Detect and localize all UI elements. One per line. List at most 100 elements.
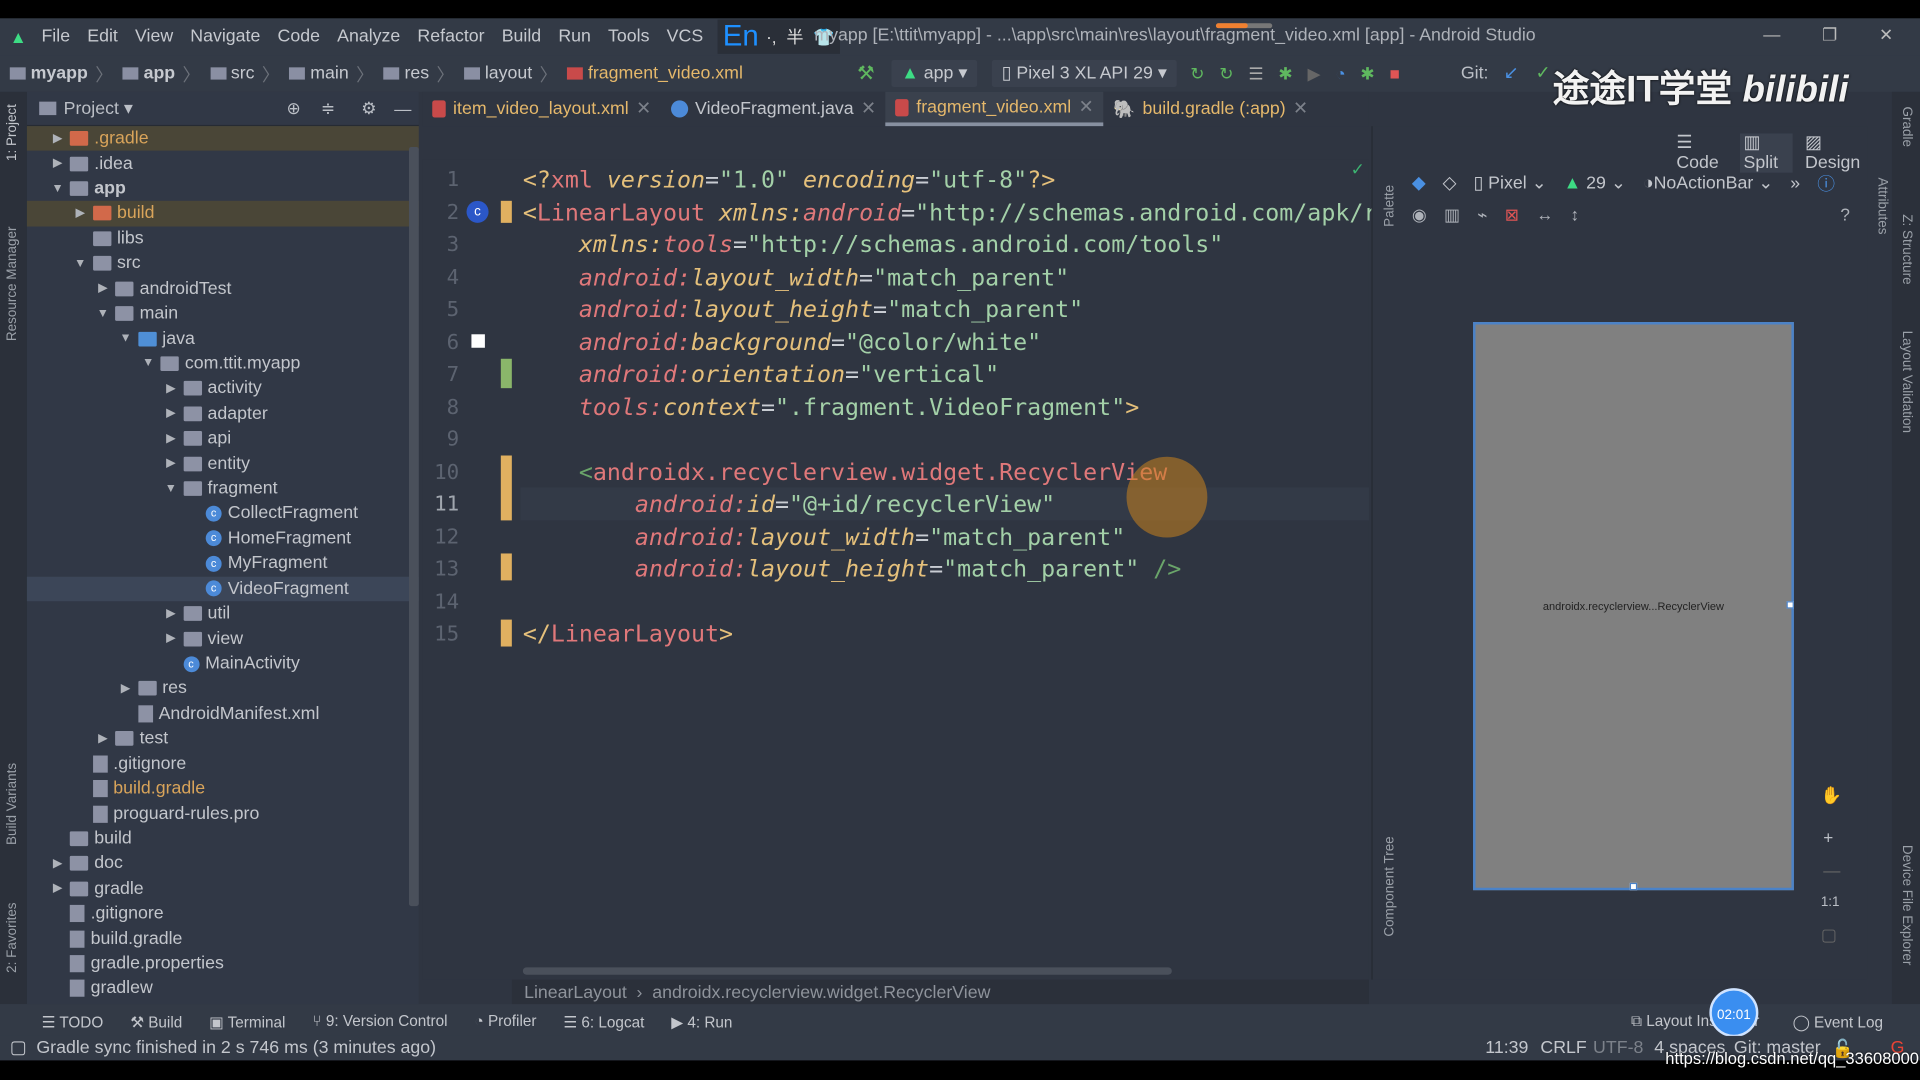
pan-icon[interactable]: ✋ bbox=[1821, 785, 1842, 806]
collapsed-arrow-icon[interactable]: ▶ bbox=[50, 857, 65, 870]
todo-tool-button[interactable]: ☰ TODO bbox=[42, 1012, 104, 1030]
profiler-tool-button[interactable]: ◔ Profiler bbox=[474, 1013, 536, 1030]
tree-item[interactable]: .gitignore bbox=[27, 751, 419, 776]
api-level-select[interactable]: ▲ 29 ⌄ bbox=[1564, 173, 1626, 193]
ime-width[interactable]: 半 bbox=[786, 24, 803, 48]
collapsed-arrow-icon[interactable]: ▶ bbox=[163, 607, 178, 620]
menu-code[interactable]: Code bbox=[278, 27, 320, 47]
project-view-select[interactable]: Project ▾ bbox=[64, 99, 133, 119]
code-line[interactable]: android:layout_height="match_parent" bbox=[523, 294, 1083, 326]
version-control-tool-button[interactable]: ⑂ 9: Version Control bbox=[312, 1013, 447, 1030]
expanded-arrow-icon[interactable]: ▼ bbox=[118, 332, 133, 345]
horizontal-scrollbar[interactable] bbox=[522, 967, 1172, 975]
tree-item[interactable]: gradlew bbox=[27, 976, 419, 1001]
tree-item[interactable]: ▶ util bbox=[27, 601, 419, 626]
tab-build-gradle-app[interactable]: 🐘 build.gradle (:app) ✕ bbox=[1103, 92, 1317, 126]
menu-vcs[interactable]: VCS bbox=[667, 27, 704, 47]
pack-horizontal-icon[interactable]: ↔ bbox=[1536, 204, 1553, 225]
close-icon[interactable]: ✕ bbox=[1879, 24, 1893, 45]
collapsed-arrow-icon[interactable]: ▶ bbox=[163, 382, 178, 395]
tree-item[interactable]: build.gradle bbox=[27, 776, 419, 801]
collapsed-arrow-icon[interactable]: ▶ bbox=[50, 882, 65, 895]
menu-file[interactable]: File bbox=[41, 27, 70, 47]
apply-changes-icon[interactable]: ↻ bbox=[1190, 63, 1204, 84]
tree-item[interactable]: .gitignore bbox=[27, 901, 419, 926]
design-mode-button[interactable]: ▨ Design bbox=[1805, 133, 1867, 172]
tree-item[interactable]: c VideoFragment bbox=[26, 576, 419, 602]
logcat-tool-button[interactable]: ☰ 6: Logcat bbox=[563, 1012, 644, 1030]
blueprint-icon[interactable]: ▥ bbox=[1444, 204, 1460, 225]
hammer-icon[interactable]: ⚒ bbox=[857, 61, 875, 85]
collapsed-arrow-icon[interactable]: ▶ bbox=[163, 457, 178, 470]
tree-item[interactable]: ▶ adapter bbox=[27, 401, 419, 426]
favorites-side-tab[interactable]: 2: Favorites bbox=[5, 902, 20, 972]
code-line[interactable]: tools:context=".fragment.VideoFragment"> bbox=[523, 391, 1139, 423]
code-mode-button[interactable]: ☰ Code bbox=[1676, 133, 1727, 172]
ime-lang[interactable]: En bbox=[723, 20, 759, 54]
breadcrumb-item[interactable]: res bbox=[383, 64, 429, 83]
minimize-icon[interactable]: — bbox=[1763, 24, 1780, 45]
breadcrumb-item[interactable]: layout bbox=[464, 64, 532, 83]
tree-item[interactable]: AndroidManifest.xml bbox=[27, 701, 419, 726]
collapsed-arrow-icon[interactable]: ▶ bbox=[96, 732, 111, 745]
tree-item[interactable]: ▶ view bbox=[27, 626, 419, 651]
resource-manager-side-tab[interactable]: Resource Manager bbox=[5, 227, 20, 342]
menu-refactor[interactable]: Refactor bbox=[417, 27, 484, 47]
breadcrumb-item[interactable]: src bbox=[210, 64, 255, 83]
tree-item[interactable]: c MainActivity bbox=[27, 651, 419, 676]
code-line[interactable]: android:layout_width="match_parent" bbox=[523, 521, 1125, 553]
tree-item[interactable]: ▶ doc bbox=[27, 851, 419, 876]
theme-select[interactable]: ◑NoActionBar ⌄ bbox=[1643, 173, 1773, 193]
code-line[interactable]: android:background="@color/white" bbox=[523, 326, 1041, 358]
menu-tools[interactable]: Tools bbox=[608, 27, 649, 47]
layout-preview[interactable]: androidx.recyclerview...RecyclerView bbox=[1473, 322, 1794, 891]
breadcrumb-item[interactable]: main bbox=[289, 64, 349, 83]
collapsed-arrow-icon[interactable]: ▶ bbox=[96, 282, 111, 295]
hide-panel-icon[interactable]: — bbox=[394, 99, 411, 119]
split-mode-button[interactable]: ▥ Split bbox=[1739, 133, 1793, 173]
more-icon[interactable]: » bbox=[1790, 173, 1800, 193]
tree-item[interactable]: ▼ com.ttit.myapp bbox=[27, 351, 419, 376]
tree-item[interactable]: ▶ androidTest bbox=[27, 276, 419, 301]
terminal-tool-button[interactable]: ▣ Terminal bbox=[209, 1012, 285, 1030]
zoom-actual-button[interactable]: 1:1 bbox=[1821, 895, 1840, 910]
tree-item[interactable]: ▶ test bbox=[27, 726, 419, 751]
apply-code-changes-icon[interactable]: ↻ bbox=[1219, 63, 1233, 84]
ime-punct[interactable]: ·, bbox=[766, 27, 776, 47]
stop-icon[interactable]: ■ bbox=[1389, 63, 1399, 84]
tree-item[interactable]: ▶ activity bbox=[27, 376, 419, 401]
locate-icon[interactable]: ⊕ bbox=[287, 98, 301, 119]
tree-item[interactable]: libs bbox=[27, 226, 419, 251]
tree-item[interactable]: ▶ api bbox=[27, 426, 419, 451]
close-tab-icon[interactable]: ✕ bbox=[636, 99, 651, 119]
zoom-fit-icon[interactable]: ▢ bbox=[1821, 924, 1837, 945]
structure-side-tab[interactable]: Z: Structure bbox=[1899, 214, 1914, 284]
tree-item[interactable]: gradle.properties bbox=[27, 951, 419, 976]
expanded-arrow-icon[interactable]: ▼ bbox=[96, 307, 111, 320]
build-variants-side-tab[interactable]: Build Variants bbox=[5, 763, 20, 845]
code-line[interactable]: <?xml version="1.0" encoding="utf-8"?> bbox=[523, 164, 1055, 196]
coverage-icon[interactable]: ☰ bbox=[1248, 63, 1263, 84]
tree-item[interactable]: ▶ .gradle bbox=[26, 126, 419, 152]
tree-item[interactable]: build bbox=[27, 826, 419, 851]
breadcrumb-item[interactable]: fragment_video.xml bbox=[567, 64, 743, 83]
tree-item[interactable]: ▶ build bbox=[26, 201, 419, 227]
tree-item[interactable]: ▼ java bbox=[27, 326, 419, 351]
menu-analyze[interactable]: Analyze bbox=[337, 27, 400, 47]
collapsed-arrow-icon[interactable]: ▶ bbox=[163, 632, 178, 645]
tree-item[interactable]: ▶ .idea bbox=[27, 151, 419, 176]
project-tree-scrollbar[interactable] bbox=[408, 146, 419, 907]
resize-handle[interactable] bbox=[1786, 601, 1794, 609]
breadcrumb-item[interactable]: myapp bbox=[9, 64, 88, 83]
attach-debugger-icon[interactable]: ✱ bbox=[1360, 63, 1374, 84]
debug-icon[interactable]: ✱ bbox=[1278, 63, 1292, 84]
profiler-icon[interactable]: ◔ bbox=[1335, 63, 1345, 84]
zoom-in-icon[interactable]: + bbox=[1823, 828, 1833, 848]
project-side-tab[interactable]: 1: Project bbox=[5, 104, 20, 161]
collapsed-arrow-icon[interactable]: ▶ bbox=[73, 207, 88, 220]
device-file-explorer-side-tab[interactable]: Device File Explorer bbox=[1899, 845, 1914, 966]
layers-icon[interactable]: ◆ bbox=[1412, 173, 1426, 193]
help-icon[interactable]: ? bbox=[1840, 204, 1850, 224]
menu-view[interactable]: View bbox=[135, 27, 173, 47]
tree-item[interactable]: ▼ app bbox=[27, 176, 419, 201]
